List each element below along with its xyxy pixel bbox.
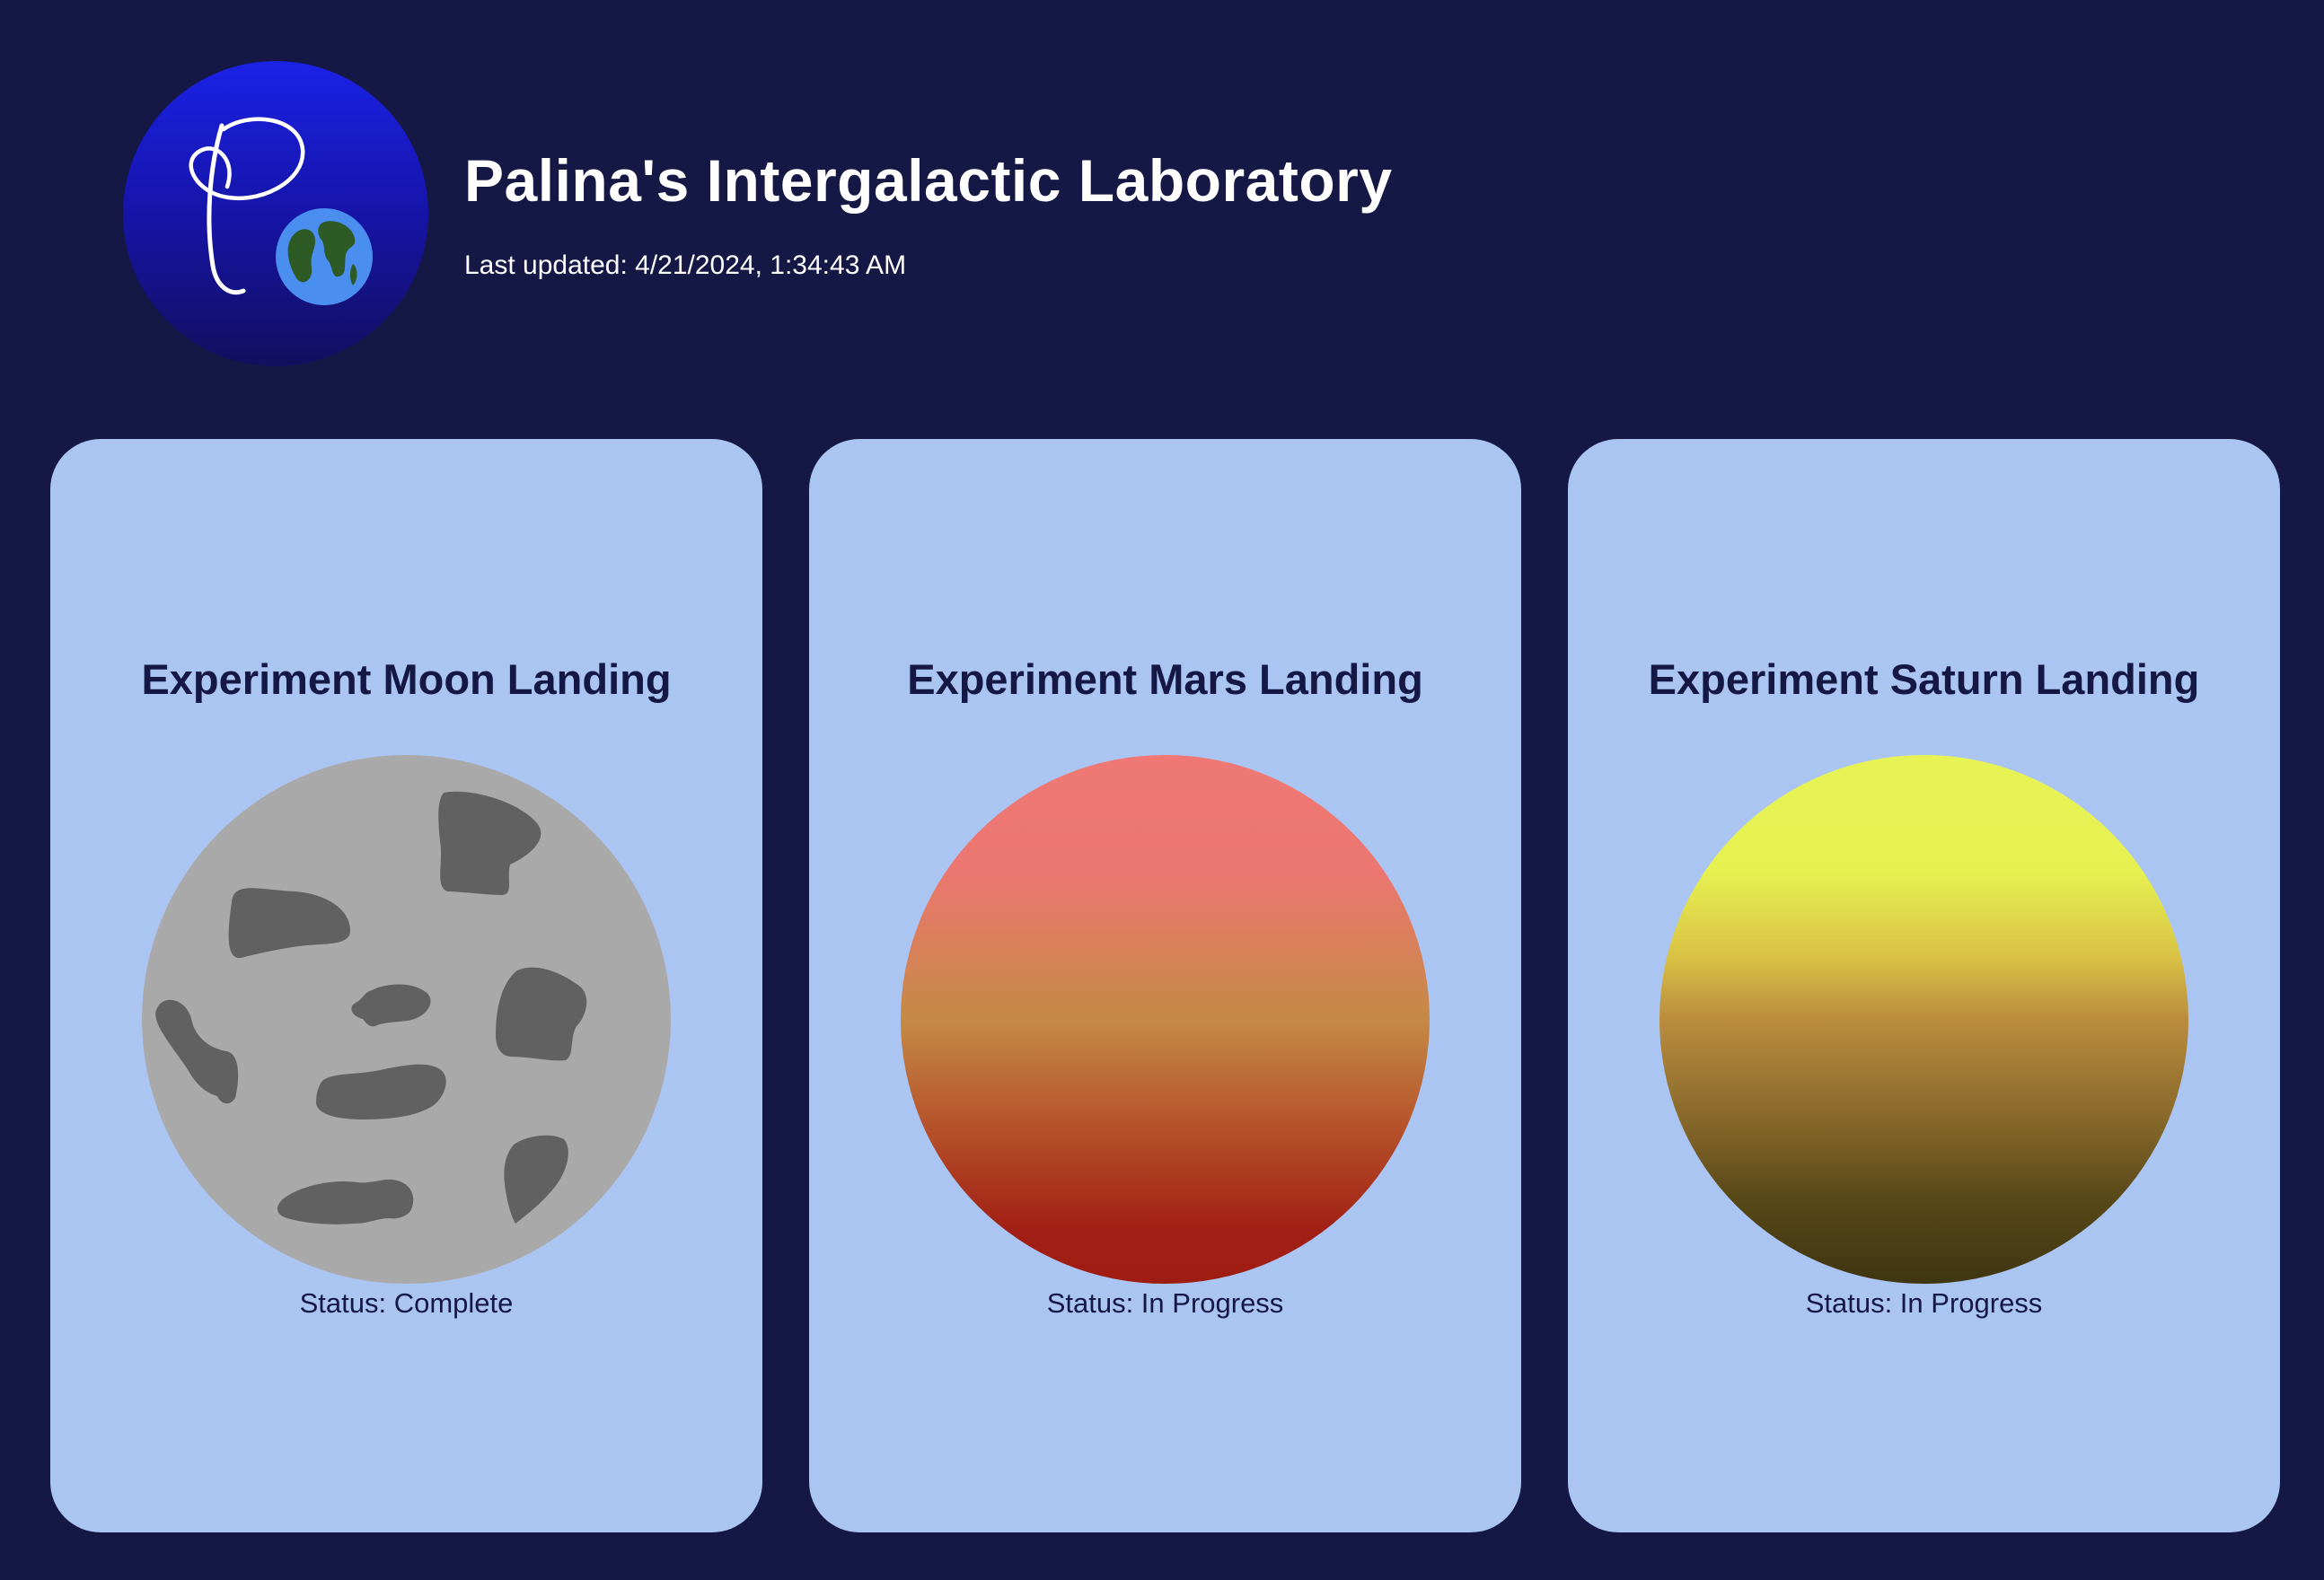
mars-icon (901, 755, 1430, 1284)
saturn-icon (1659, 755, 2188, 1284)
experiment-title: Experiment Moon Landing (141, 655, 672, 703)
experiment-card-saturn[interactable]: Experiment Saturn Landing Status: In Pro… (1568, 439, 2280, 1532)
last-updated-text: Last updated: 4/21/2024, 1:34:43 AM (464, 250, 907, 280)
experiment-status: Status: In Progress (1046, 1287, 1284, 1319)
experiment-cards: Experiment Moon Landing Status: Complete… (50, 439, 2280, 1532)
experiment-card-mars[interactable]: Experiment Mars Landing Status: In Progr… (809, 439, 1521, 1532)
experiment-title: Experiment Mars Landing (907, 655, 1423, 703)
page-header: Palina's Intergalactic Laboratory Last u… (123, 61, 1393, 366)
moon-icon (142, 755, 671, 1284)
experiment-status: Status: Complete (299, 1287, 514, 1319)
experiment-status: Status: In Progress (1805, 1287, 2043, 1319)
experiment-card-moon[interactable]: Experiment Moon Landing Status: Complete (50, 439, 762, 1532)
experiment-title: Experiment Saturn Landing (1648, 655, 2200, 703)
page-title: Palina's Intergalactic Laboratory (464, 147, 1393, 214)
header-text-block: Palina's Intergalactic Laboratory Last u… (464, 146, 1393, 281)
lab-logo-icon (123, 61, 428, 366)
